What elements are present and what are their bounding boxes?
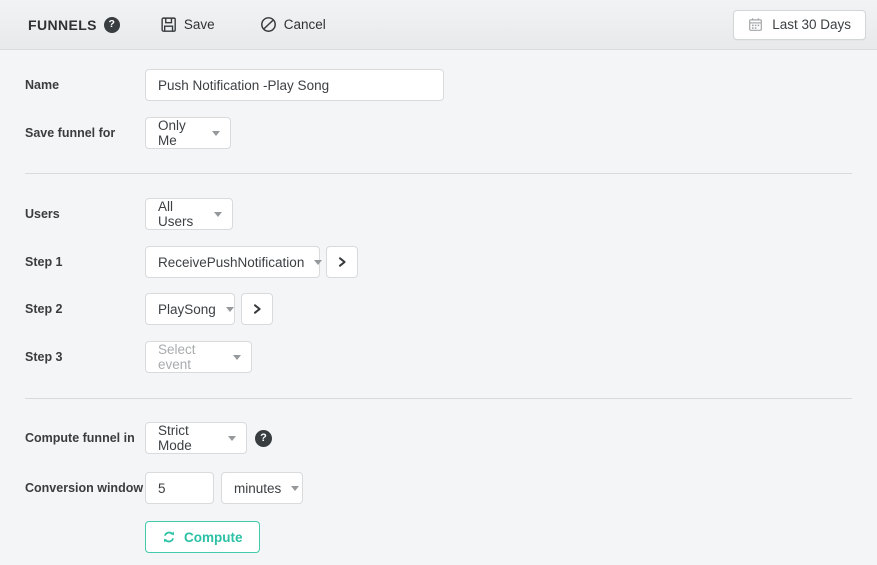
date-range-label: Last 30 Days bbox=[772, 17, 851, 32]
save-icon bbox=[160, 16, 177, 33]
compute-mode-row: Compute funnel in Strict Mode ? bbox=[25, 422, 852, 454]
save-button[interactable]: Save bbox=[160, 16, 215, 33]
save-funnel-for-row: Save funnel for Only Me bbox=[25, 117, 852, 149]
compute-button[interactable]: Compute bbox=[145, 521, 260, 553]
caret-down-icon bbox=[314, 260, 322, 265]
step2-row: Step 2 PlaySong bbox=[25, 293, 852, 325]
refresh-icon bbox=[162, 530, 176, 544]
step1-event-value: ReceivePushNotification bbox=[158, 255, 304, 270]
users-select[interactable]: All Users bbox=[145, 198, 233, 230]
funnel-name-input[interactable] bbox=[145, 69, 444, 101]
compute-button-row: Compute bbox=[25, 521, 852, 553]
section-divider bbox=[25, 398, 852, 399]
top-toolbar: FUNNELS ? Save Cancel bbox=[0, 0, 877, 50]
cancel-icon bbox=[260, 16, 277, 33]
caret-down-icon bbox=[214, 212, 222, 217]
compute-button-label: Compute bbox=[184, 530, 243, 545]
cancel-button[interactable]: Cancel bbox=[260, 16, 326, 33]
funnels-help-icon[interactable]: ? bbox=[104, 17, 120, 33]
calendar-icon bbox=[748, 17, 763, 32]
date-range-button[interactable]: Last 30 Days bbox=[733, 10, 866, 40]
users-value: All Users bbox=[158, 199, 204, 229]
step3-row: Step 3 Select event bbox=[25, 341, 852, 373]
step3-event-select[interactable]: Select event bbox=[145, 341, 252, 373]
name-row: Name bbox=[25, 69, 852, 101]
conversion-window-label: Conversion window bbox=[25, 481, 145, 495]
step3-event-placeholder: Select event bbox=[158, 342, 223, 372]
caret-down-icon bbox=[291, 486, 299, 491]
compute-mode-label: Compute funnel in bbox=[25, 431, 145, 445]
page-title: FUNNELS bbox=[28, 17, 97, 33]
step2-event-value: PlaySong bbox=[158, 302, 216, 317]
chevron-right-icon bbox=[251, 303, 263, 315]
users-row: Users All Users bbox=[25, 198, 852, 230]
step1-event-select[interactable]: ReceivePushNotification bbox=[145, 246, 320, 278]
page-title-group: FUNNELS ? bbox=[28, 17, 120, 33]
compute-mode-select[interactable]: Strict Mode bbox=[145, 422, 247, 454]
caret-down-icon bbox=[233, 355, 241, 360]
save-funnel-for-label: Save funnel for bbox=[25, 126, 145, 140]
conversion-window-input[interactable] bbox=[145, 472, 214, 504]
step2-event-select[interactable]: PlaySong bbox=[145, 293, 235, 325]
compute-mode-help-icon[interactable]: ? bbox=[255, 430, 272, 447]
conversion-window-unit-value: minutes bbox=[234, 481, 281, 496]
caret-down-icon bbox=[212, 131, 220, 136]
save-funnel-for-select[interactable]: Only Me bbox=[145, 117, 231, 149]
cancel-button-label: Cancel bbox=[284, 17, 326, 32]
name-label: Name bbox=[25, 78, 145, 92]
caret-down-icon bbox=[228, 436, 236, 441]
step2-label: Step 2 bbox=[25, 302, 145, 316]
conversion-window-unit-select[interactable]: minutes bbox=[221, 472, 303, 504]
chevron-right-icon bbox=[336, 256, 348, 268]
conversion-window-row: Conversion window minutes bbox=[25, 472, 852, 504]
funnel-form: Name Save funnel for Only Me Users All U… bbox=[0, 69, 877, 553]
step1-row: Step 1 ReceivePushNotification bbox=[25, 246, 852, 278]
save-funnel-for-value: Only Me bbox=[158, 118, 202, 148]
step1-label: Step 1 bbox=[25, 255, 145, 269]
step1-expand-button[interactable] bbox=[326, 246, 358, 278]
save-button-label: Save bbox=[184, 17, 215, 32]
users-label: Users bbox=[25, 207, 145, 221]
step3-label: Step 3 bbox=[25, 350, 145, 364]
section-divider bbox=[25, 173, 852, 174]
step2-expand-button[interactable] bbox=[241, 293, 273, 325]
compute-mode-value: Strict Mode bbox=[158, 423, 218, 453]
caret-down-icon bbox=[226, 307, 234, 312]
